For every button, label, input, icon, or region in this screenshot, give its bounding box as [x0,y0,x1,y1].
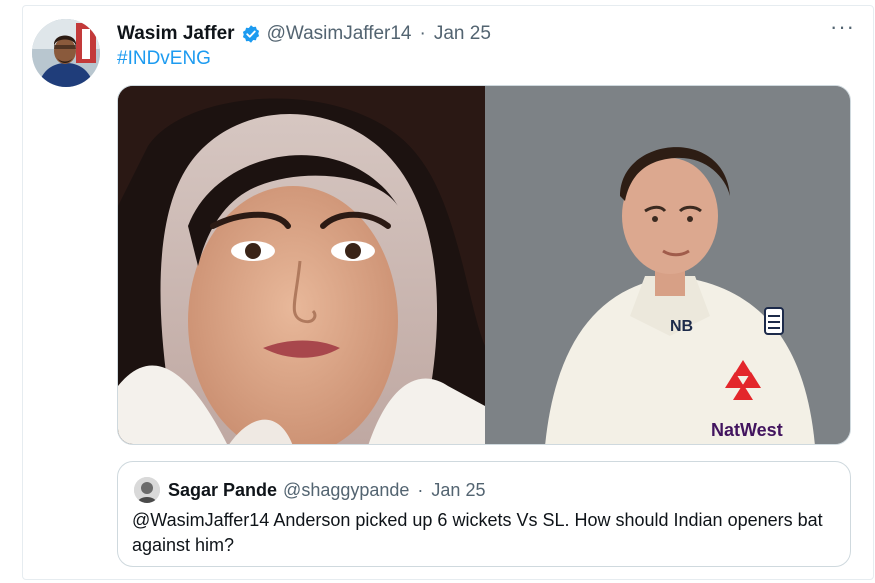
quoted-header: Sagar Pande @shaggypande · Jan 25 [168,478,485,502]
quoted-separator-dot: · [417,479,424,500]
author-handle[interactable]: @WasimJaffer14 [267,23,412,45]
verified-badge-icon [242,25,259,43]
cricketer-portrait-image: NB NatWest [485,86,850,444]
quoted-tweet[interactable]: Sagar Pande @shaggypande · Jan 25 @Wasim… [117,461,851,567]
woman-portrait-image [118,86,485,444]
hashtag-link[interactable]: #INDvENG [117,48,211,70]
separator-dot: · [419,23,426,44]
media-image-left[interactable] [118,86,485,444]
quoted-author-photo [134,477,160,503]
tweet-date[interactable]: Jan 25 [434,23,491,45]
natwest-text: NatWest [711,420,783,440]
quoted-author-name[interactable]: Sagar Pande [168,480,277,501]
quoted-author-avatar[interactable] [134,477,160,503]
svg-text:NB: NB [670,318,693,335]
quoted-text: @WasimJaffer14 Anderson picked up 6 wick… [132,510,823,555]
author-name[interactable]: Wasim Jaffer [117,23,235,45]
tweet-header: Wasim Jaffer @WasimJaffer14 · Jan 25 [117,21,491,47]
author-photo [32,19,100,87]
author-avatar[interactable] [32,19,100,87]
tweet-media[interactable]: NB NatWest [117,85,851,445]
quoted-author-handle[interactable]: @shaggypande [283,480,409,501]
more-options-icon[interactable]: ··· [830,16,855,38]
quoted-date[interactable]: Jan 25 [431,480,485,501]
media-image-right[interactable]: NB NatWest [485,86,850,444]
